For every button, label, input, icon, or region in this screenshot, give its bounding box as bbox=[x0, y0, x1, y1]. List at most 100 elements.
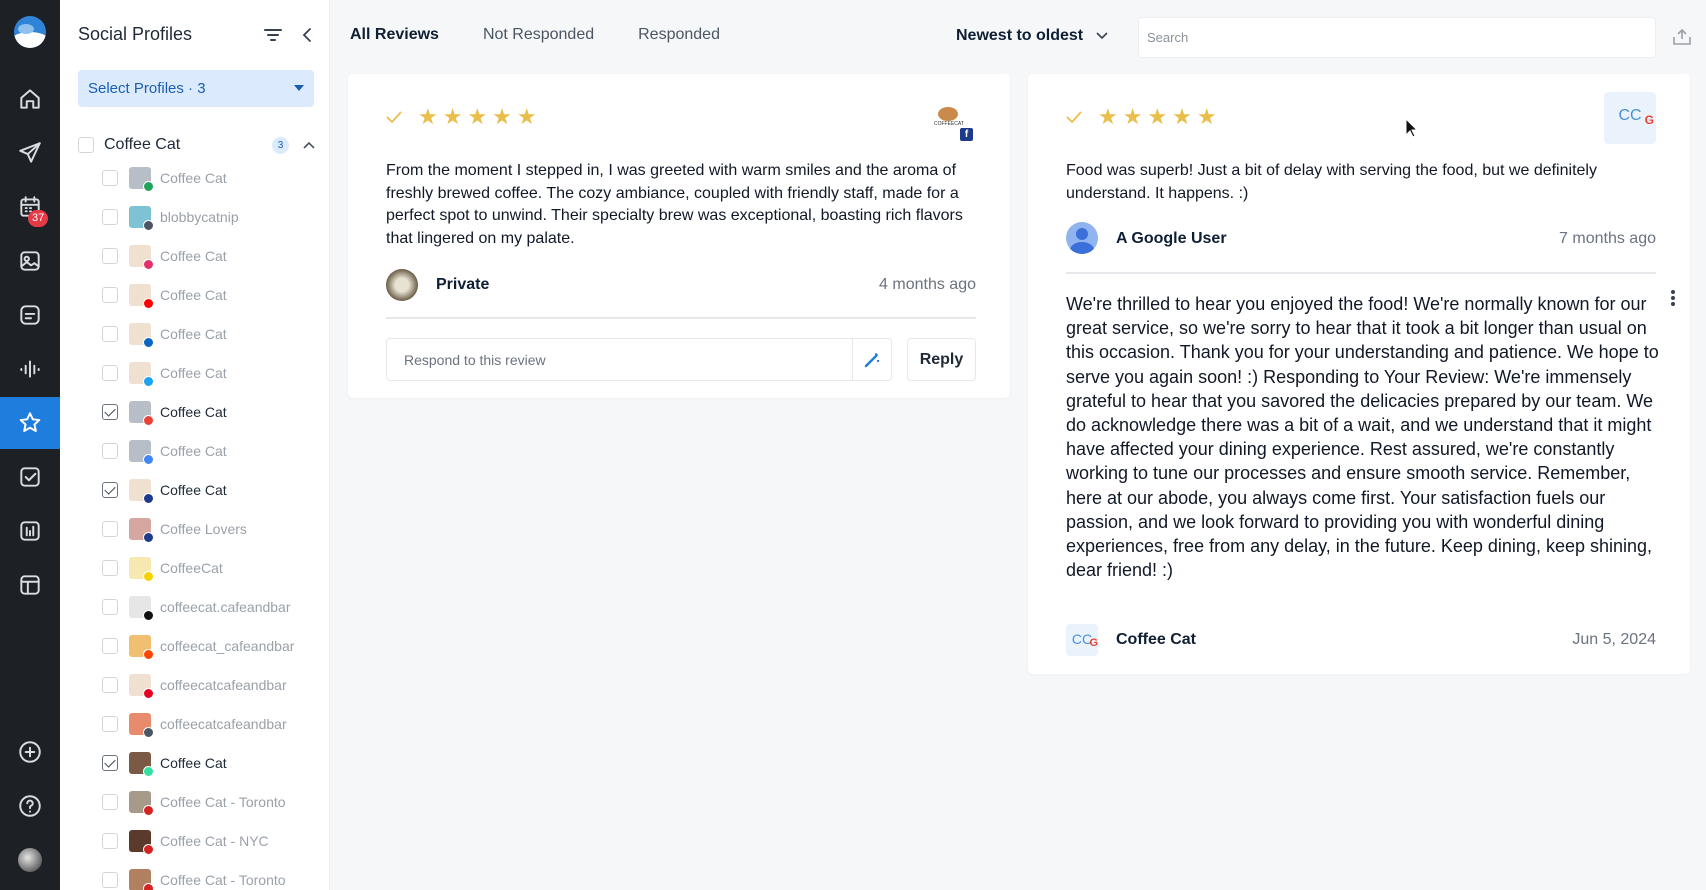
reply-button[interactable]: Reply bbox=[907, 338, 976, 381]
media-icon[interactable] bbox=[0, 235, 60, 287]
profile-checkbox[interactable] bbox=[102, 716, 118, 732]
profile-name: Coffee Cat - Toronto bbox=[160, 794, 286, 810]
star-rating: ★★★★★ bbox=[1098, 104, 1222, 129]
profile-item[interactable]: Coffee Cat bbox=[102, 240, 322, 279]
reviews-icon[interactable] bbox=[0, 397, 60, 449]
group-name: Coffee Cat bbox=[104, 136, 181, 153]
select-profiles-dropdown[interactable]: Select Profiles · 3 bbox=[78, 70, 314, 107]
profile-checkbox[interactable] bbox=[102, 560, 118, 576]
profile-item[interactable]: CoffeeCat bbox=[102, 552, 322, 591]
yelp-icon bbox=[143, 805, 154, 816]
help-icon[interactable] bbox=[0, 780, 60, 832]
profile-checkbox[interactable] bbox=[102, 209, 118, 225]
profile-checkbox[interactable] bbox=[102, 482, 118, 498]
profile-item[interactable]: Coffee Cat bbox=[102, 474, 322, 513]
profile-item[interactable]: Coffee Cat - Toronto bbox=[102, 786, 322, 825]
profile-checkbox[interactable] bbox=[102, 872, 118, 888]
star-rating: ★★★★★ bbox=[418, 104, 542, 129]
chevron-up-icon[interactable] bbox=[303, 139, 315, 151]
profile-checkbox[interactable] bbox=[102, 443, 118, 459]
send-icon[interactable] bbox=[0, 127, 60, 179]
divider bbox=[386, 317, 976, 319]
group-checkbox[interactable] bbox=[78, 137, 94, 153]
listening-icon[interactable] bbox=[0, 343, 60, 395]
profile-item[interactable]: coffeecat.cafeandbar bbox=[102, 591, 322, 630]
profile-checkbox[interactable] bbox=[102, 365, 118, 381]
profile-group[interactable]: Coffee Cat 3 bbox=[78, 134, 318, 156]
profile-checkbox[interactable] bbox=[102, 755, 118, 771]
home-icon[interactable] bbox=[0, 73, 60, 125]
profile-name: coffeecat.cafeandbar bbox=[160, 599, 291, 615]
profile-item[interactable]: coffeecat_cafeandbar bbox=[102, 630, 322, 669]
profile-checkbox[interactable] bbox=[102, 521, 118, 537]
profile-avatar bbox=[129, 440, 154, 465]
profile-checkbox[interactable] bbox=[102, 599, 118, 615]
more-options-icon[interactable] bbox=[1670, 290, 1676, 308]
linkedin-icon bbox=[143, 337, 154, 348]
profile-checkbox[interactable] bbox=[102, 326, 118, 342]
instagram-icon bbox=[143, 259, 154, 270]
profile-checkbox[interactable] bbox=[102, 287, 118, 303]
profile-name: Coffee Cat bbox=[160, 482, 227, 498]
search-input[interactable]: Search bbox=[1138, 17, 1656, 58]
profile-item[interactable]: Coffee Cat bbox=[102, 747, 322, 786]
profile-item[interactable]: blobbycatnip bbox=[102, 201, 322, 240]
user-avatar[interactable] bbox=[18, 848, 42, 872]
review-text: Food was superb! Just a bit of delay wit… bbox=[1066, 162, 1597, 202]
tab-not-responded[interactable]: Not Responded bbox=[483, 26, 594, 50]
reviewer-avatar bbox=[1066, 222, 1098, 254]
app-logo[interactable] bbox=[14, 16, 46, 48]
respond-input[interactable]: Respond to this review bbox=[386, 338, 892, 381]
analytics-icon[interactable] bbox=[0, 505, 60, 557]
chevron-left-icon[interactable] bbox=[300, 27, 314, 43]
profile-item[interactable]: coffeecatcafeandbar bbox=[102, 708, 322, 747]
reviewer-name: Private bbox=[436, 276, 490, 293]
profile-name: Coffee Cat - NYC bbox=[160, 833, 269, 849]
tasks-icon[interactable] bbox=[0, 451, 60, 503]
google-icon: G bbox=[1089, 637, 1098, 649]
check-icon bbox=[1066, 111, 1082, 124]
panel-title: Social Profiles bbox=[78, 24, 193, 44]
reviewer-name: A Google User bbox=[1116, 230, 1227, 247]
profile-item[interactable]: Coffee Cat bbox=[102, 162, 322, 201]
profile-checkbox[interactable] bbox=[102, 248, 118, 264]
profile-item[interactable]: Coffee Cat bbox=[102, 357, 322, 396]
export-icon[interactable] bbox=[1672, 28, 1692, 46]
profile-checkbox[interactable] bbox=[102, 404, 118, 420]
profile-avatar bbox=[129, 479, 154, 504]
profile-checkbox[interactable] bbox=[102, 638, 118, 654]
profile-logo-text: COFFEECAT bbox=[934, 121, 964, 127]
profile-item[interactable]: Coffee Cat bbox=[102, 279, 322, 318]
inbox-icon[interactable] bbox=[0, 289, 60, 341]
tab-all-reviews[interactable]: All Reviews bbox=[350, 26, 439, 50]
chevron-down-icon[interactable] bbox=[1096, 32, 1108, 40]
profile-avatar bbox=[129, 791, 154, 816]
facebook-icon bbox=[143, 493, 154, 504]
ai-assist-button[interactable] bbox=[852, 339, 891, 380]
profile-checkbox[interactable] bbox=[102, 794, 118, 810]
profile-item[interactable]: Coffee Cat bbox=[102, 396, 322, 435]
profile-avatar bbox=[129, 167, 154, 192]
profile-item[interactable]: Coffee Cat - NYC bbox=[102, 825, 322, 864]
tiktok-icon bbox=[143, 610, 154, 621]
star-icon bbox=[143, 181, 154, 192]
profile-checkbox[interactable] bbox=[102, 170, 118, 186]
response-date: Jun 5, 2024 bbox=[1572, 631, 1656, 648]
profile-item[interactable]: Coffee Cat bbox=[102, 318, 322, 357]
calendar-icon[interactable] bbox=[0, 181, 60, 233]
sort-dropdown[interactable]: Newest to oldest bbox=[956, 27, 1083, 45]
profile-checkbox[interactable] bbox=[102, 833, 118, 849]
profile-item[interactable]: Coffee Cat - Toronto bbox=[102, 864, 322, 890]
profile-item[interactable]: Coffee Lovers bbox=[102, 513, 322, 552]
layout-icon[interactable] bbox=[0, 559, 60, 611]
profile-avatar bbox=[129, 752, 154, 777]
pinterest-icon bbox=[143, 688, 154, 699]
profile-name: Coffee Lovers bbox=[160, 521, 247, 537]
profiles-panel: Social Profiles Select Profiles · 3 Coff… bbox=[60, 0, 330, 890]
profile-item[interactable]: Coffee Cat bbox=[102, 435, 322, 474]
profile-item[interactable]: coffeecatcafeandbar bbox=[102, 669, 322, 708]
profile-checkbox[interactable] bbox=[102, 677, 118, 693]
tab-responded[interactable]: Responded bbox=[638, 26, 720, 50]
add-icon[interactable] bbox=[0, 726, 60, 778]
filter-icon[interactable] bbox=[264, 28, 282, 42]
